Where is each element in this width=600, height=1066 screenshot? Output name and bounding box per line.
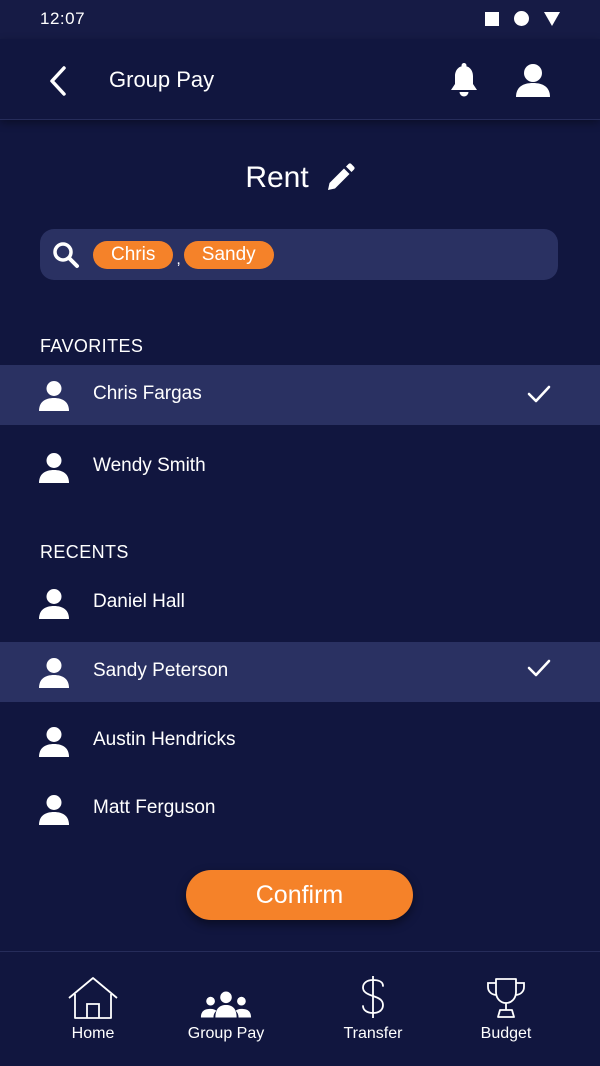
- app-bar: Group Pay: [0, 39, 600, 120]
- contact-row-austin-hendricks[interactable]: Austin Hendricks: [0, 711, 600, 771]
- group-title: Rent: [245, 161, 309, 194]
- group-icon: [200, 991, 252, 1018]
- recents-square-icon: [485, 11, 499, 26]
- notifications-button[interactable]: [446, 61, 482, 101]
- checkmark-icon: [527, 385, 551, 403]
- contact-name: Austin Hendricks: [93, 729, 236, 750]
- recipient-search-input[interactable]: Chris , Sandy: [40, 229, 558, 280]
- recipient-chip[interactable]: Chris: [93, 241, 174, 269]
- status-icons: [485, 11, 560, 26]
- chevron-left-icon: [50, 66, 66, 96]
- checkmark-icon: [527, 659, 551, 677]
- status-bar: 12:07: [0, 0, 600, 39]
- contact-row-daniel-hall[interactable]: Daniel Hall: [0, 573, 600, 633]
- nav-item-budget[interactable]: Budget: [446, 952, 566, 1066]
- contact-row-sandy-peterson[interactable]: Sandy Peterson: [0, 642, 600, 702]
- chip-separator: ,: [176, 251, 181, 268]
- nav-label: Budget: [480, 1025, 532, 1042]
- group-title-row: Rent: [0, 156, 600, 200]
- person-icon: [39, 589, 69, 619]
- favorites-heading: FAVORITES: [40, 336, 144, 356]
- trophy-icon: [487, 978, 525, 1018]
- person-icon: [39, 658, 69, 688]
- person-icon: [39, 381, 69, 411]
- recipient-chip[interactable]: Sandy: [183, 241, 274, 269]
- recents-heading: RECENTS: [40, 542, 129, 562]
- nav-label: Transfer: [343, 1025, 403, 1042]
- status-time: 12:07: [40, 9, 86, 28]
- bell-icon: [451, 63, 477, 97]
- person-icon: [39, 453, 69, 483]
- bottom-nav: Home Group Pay Transfer Budget: [0, 951, 600, 1066]
- home-circle-icon: [514, 11, 529, 26]
- dollar-icon: [362, 976, 384, 1018]
- back-triangle-icon: [544, 11, 560, 26]
- nav-item-group-pay[interactable]: Group Pay: [166, 952, 286, 1066]
- contact-name: Chris Fargas: [93, 383, 202, 404]
- contact-row-chris-fargas[interactable]: Chris Fargas: [0, 365, 600, 425]
- selected-chips: Chris , Sandy: [93, 241, 274, 269]
- contact-name: Daniel Hall: [93, 591, 185, 612]
- search-icon: [53, 242, 79, 268]
- confirm-button[interactable]: Confirm: [186, 870, 413, 920]
- nav-item-home[interactable]: Home: [33, 952, 153, 1066]
- home-icon: [68, 977, 118, 1019]
- profile-button[interactable]: [514, 61, 552, 101]
- person-icon: [39, 795, 69, 825]
- nav-label: Group Pay: [187, 1025, 265, 1042]
- user-icon: [516, 64, 550, 97]
- nav-item-transfer[interactable]: Transfer: [313, 952, 433, 1066]
- contact-row-matt-ferguson[interactable]: Matt Ferguson: [0, 779, 600, 839]
- nav-label: Home: [71, 1025, 115, 1042]
- edit-pencil-icon[interactable]: [325, 163, 355, 193]
- contact-row-wendy-smith[interactable]: Wendy Smith: [0, 437, 600, 497]
- contact-name: Sandy Peterson: [93, 660, 229, 681]
- contact-name: Matt Ferguson: [93, 797, 216, 818]
- back-button[interactable]: [40, 61, 76, 101]
- contact-name: Wendy Smith: [93, 455, 206, 476]
- page-title: Group Pay: [109, 67, 215, 92]
- person-icon: [39, 727, 69, 757]
